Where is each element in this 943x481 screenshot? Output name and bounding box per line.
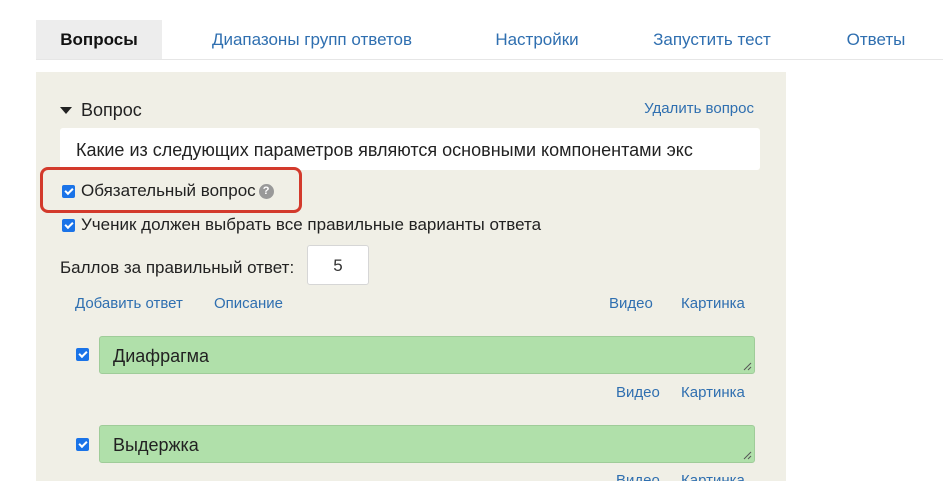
question-image-link[interactable]: Картинка <box>681 295 745 312</box>
answer-input[interactable]: Диафрагма <box>99 336 755 374</box>
answer-checkbox[interactable] <box>76 438 89 451</box>
score-label: Баллов за правильный ответ: <box>60 258 295 277</box>
resize-grip-icon[interactable] <box>743 451 752 460</box>
description-link[interactable]: Описание <box>214 295 283 312</box>
tab-bar: Вопросы Диапазоны групп ответов Настройк… <box>36 20 943 60</box>
answer-input[interactable]: Выдержка <box>99 425 755 463</box>
resize-grip-icon[interactable] <box>743 362 752 371</box>
question-header[interactable]: Вопрос <box>60 100 142 121</box>
question-panel: Вопрос Удалить вопрос Какие из следующих… <box>36 72 786 481</box>
all-correct-row: Ученик должен выбрать все правильные вар… <box>62 215 541 235</box>
highlight-box <box>40 167 302 213</box>
tab-run-test[interactable]: Запустить тест <box>642 20 782 59</box>
answer-video-link[interactable]: Видео <box>616 472 660 481</box>
tab-settings[interactable]: Настройки <box>482 20 592 59</box>
tab-questions[interactable]: Вопросы <box>36 20 162 59</box>
question-text-input[interactable]: Какие из следующих параметров являются о… <box>60 128 760 170</box>
delete-question-link[interactable]: Удалить вопрос <box>644 100 754 117</box>
all-correct-checkbox[interactable] <box>62 218 75 232</box>
answer-image-link[interactable]: Картинка <box>681 472 745 481</box>
answer-image-link[interactable]: Картинка <box>681 384 745 401</box>
collapse-triangle-icon[interactable] <box>60 107 72 114</box>
tab-answers[interactable]: Ответы <box>836 20 916 59</box>
question-video-link[interactable]: Видео <box>609 295 653 312</box>
answer-video-link[interactable]: Видео <box>616 384 660 401</box>
all-correct-label: Ученик должен выбрать все правильные вар… <box>81 215 542 234</box>
score-input[interactable]: 5 <box>307 245 369 285</box>
add-answer-link[interactable]: Добавить ответ <box>75 295 183 312</box>
question-header-label: Вопрос <box>81 100 142 120</box>
answer-checkbox[interactable] <box>76 348 89 361</box>
answer-text: Выдержка <box>113 435 199 455</box>
answer-text: Диафрагма <box>113 346 210 366</box>
tab-answer-group-ranges[interactable]: Диапазоны групп ответов <box>202 20 422 59</box>
